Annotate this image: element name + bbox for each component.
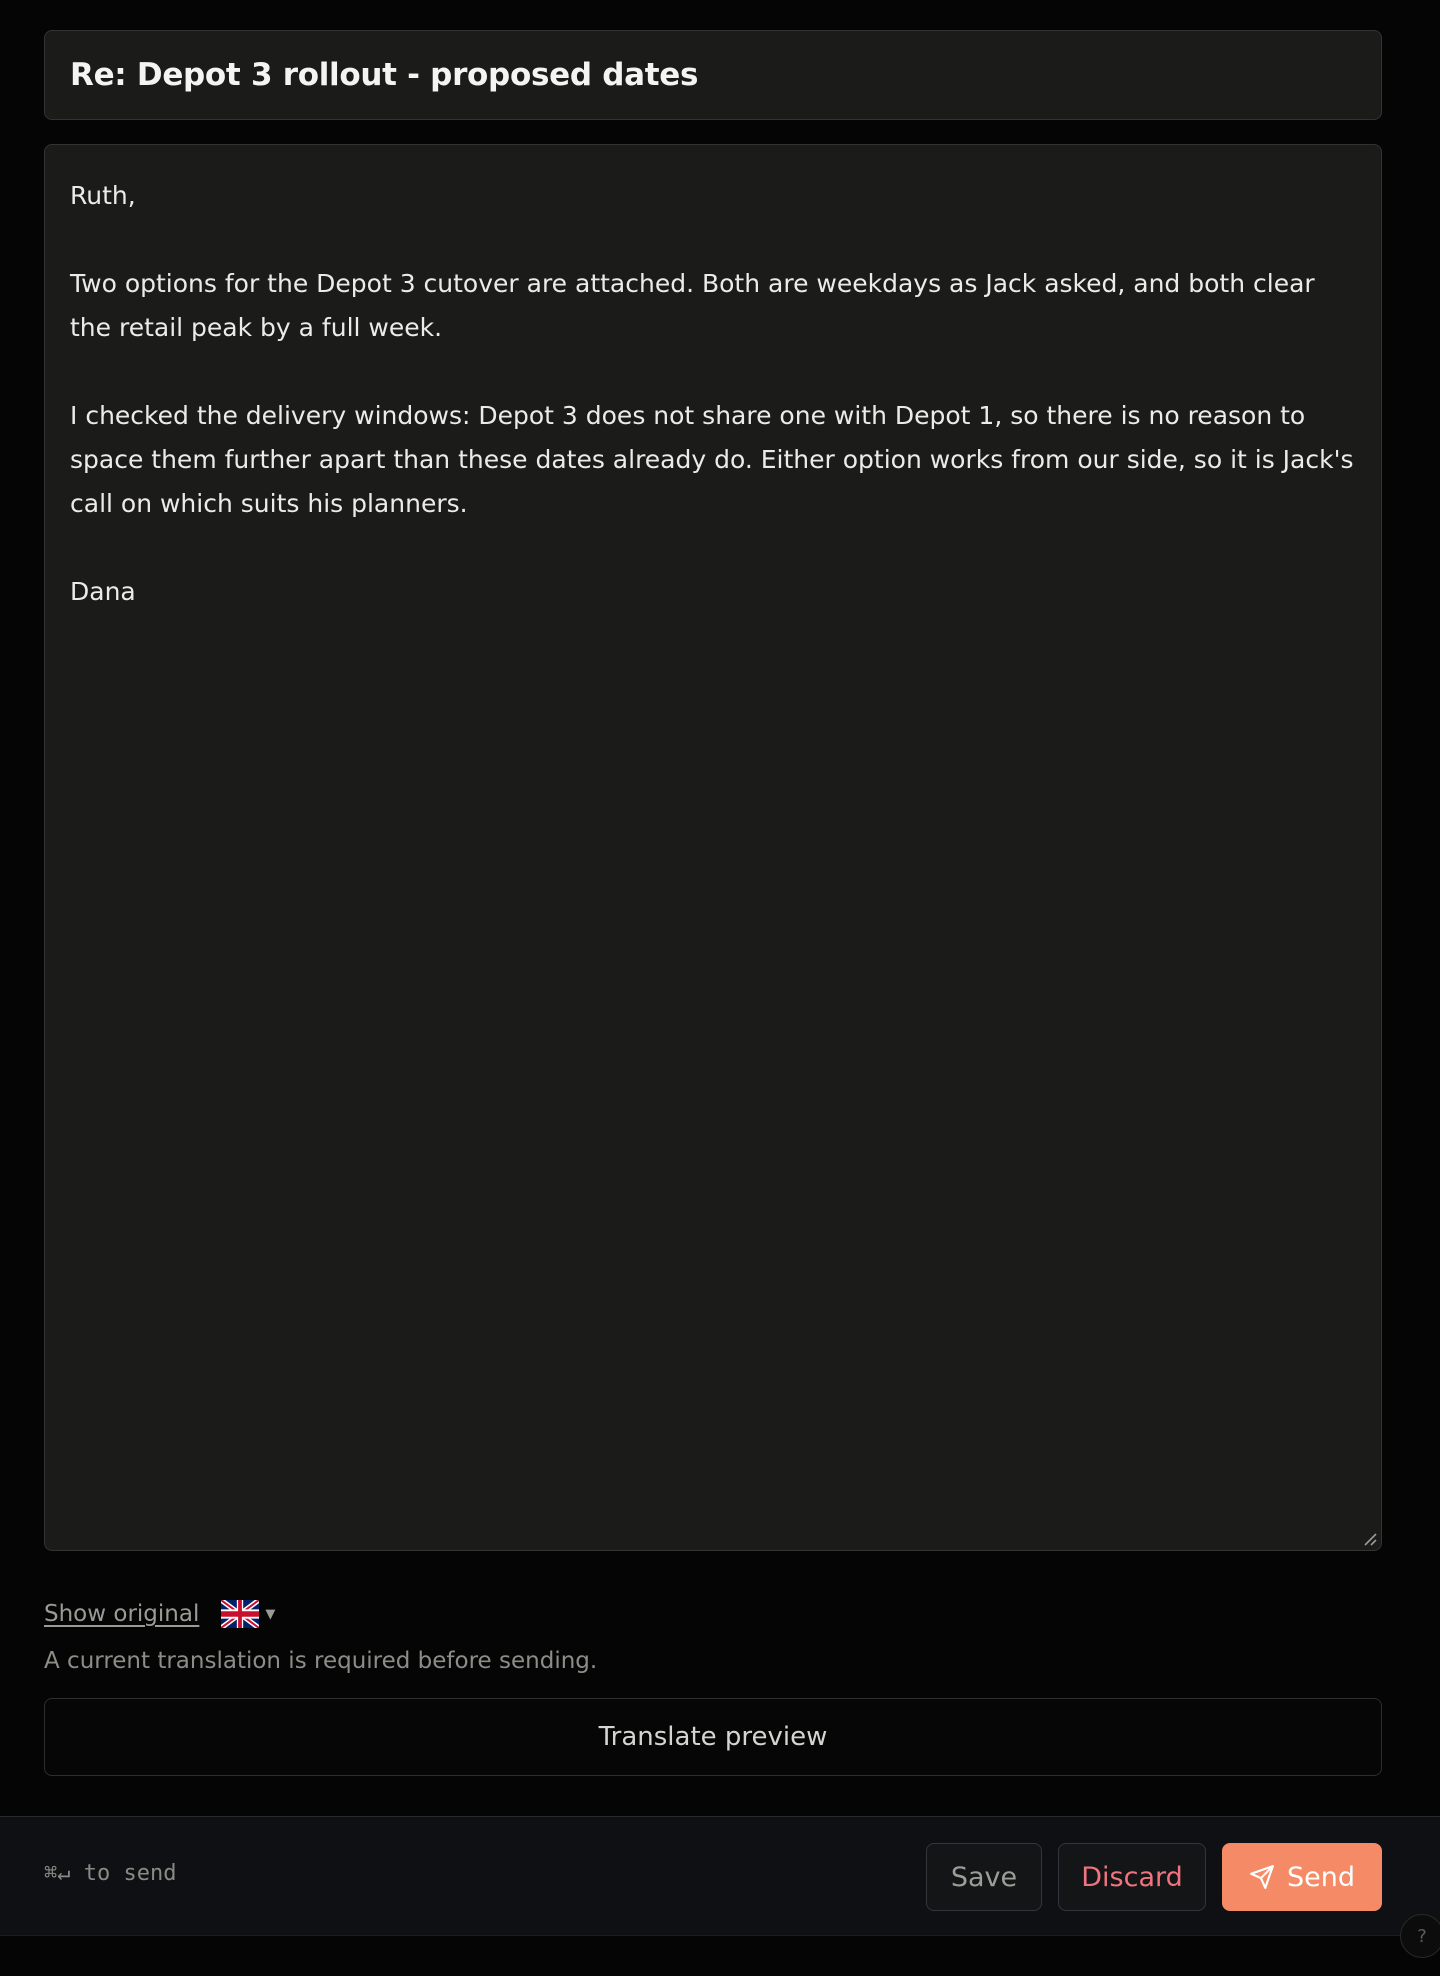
compose-footer: ⌘↵ to send Save Discard Send <box>0 1816 1440 1936</box>
send-button[interactable]: Send <box>1222 1843 1382 1911</box>
translate-preview-button[interactable]: Translate preview <box>44 1698 1382 1776</box>
translation-controls: Show original ▼ <box>44 1596 275 1632</box>
send-button-label: Send <box>1286 1861 1355 1893</box>
discard-button[interactable]: Discard <box>1058 1843 1206 1911</box>
paper-plane-icon <box>1250 1865 1274 1889</box>
subject-field[interactable]: Re: Depot 3 rollout - proposed dates <box>44 30 1382 120</box>
body-paragraph: Ruth, <box>70 181 136 210</box>
body-paragraph: I checked the delivery windows: Depot 3 … <box>70 401 1354 518</box>
uk-flag-icon <box>221 1600 260 1628</box>
resize-handle-icon[interactable] <box>1363 1532 1377 1546</box>
language-selector[interactable]: ▼ <box>221 1600 275 1628</box>
help-button[interactable]: ? <box>1400 1914 1440 1958</box>
body-paragraph: Dana <box>70 577 136 606</box>
keyboard-shortcut-hint: ⌘↵ to send <box>44 1861 177 1886</box>
show-original-link[interactable]: Show original <box>44 1601 199 1627</box>
compose-page: Re: Depot 3 rollout - proposed dates Rut… <box>0 0 1440 1976</box>
message-body-editor[interactable]: Ruth, Two options for the Depot 3 cutove… <box>44 144 1382 1551</box>
translation-required-hint: A current translation is required before… <box>44 1648 598 1674</box>
chevron-down-icon: ▼ <box>265 1606 276 1622</box>
save-button[interactable]: Save <box>926 1843 1042 1911</box>
body-paragraph: Two options for the Depot 3 cutover are … <box>70 269 1315 342</box>
